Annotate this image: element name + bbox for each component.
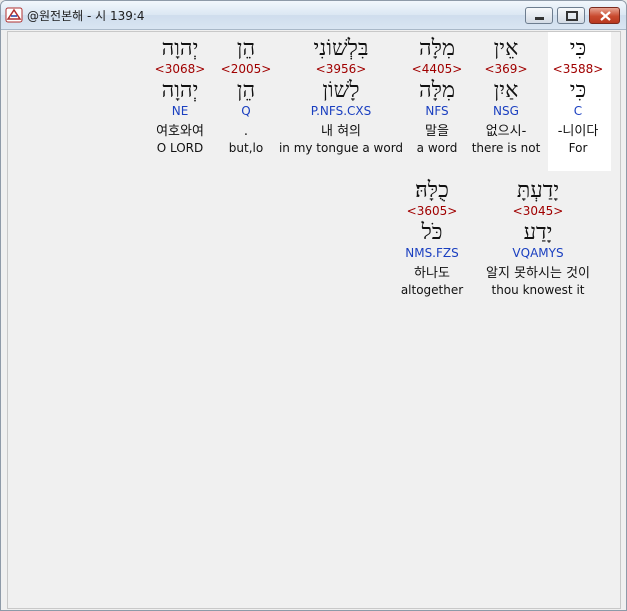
parsing-code: C (573, 104, 583, 118)
maximize-button[interactable] (557, 7, 585, 24)
hebrew-word: יָדַעְתָּ (516, 178, 560, 203)
hebrew-word: אֵין (493, 36, 519, 61)
minimize-icon (535, 17, 544, 20)
korean-gloss: 여호와여 (156, 124, 204, 139)
korean-gloss: . (243, 124, 249, 139)
word-item[interactable]: כֻלָּהּ׃ <3605> כֹּל NMS.FZS 하나도 altoget… (401, 178, 463, 297)
hebrew-lemma: יָדַע (523, 220, 553, 245)
parsing-code: NE (171, 104, 189, 118)
korean-gloss: 알지 못하시는 것이 (486, 266, 590, 281)
korean-gloss: 내 혀의 (320, 124, 362, 139)
hebrew-lemma: כִּי (569, 78, 587, 103)
hebrew-lemma: מִלָּה (419, 78, 455, 103)
korean-gloss: 말을 (425, 124, 449, 139)
parsing-code: NMS.FZS (405, 246, 459, 260)
word-item[interactable]: בִּלְשׁוֹנִי <3956> לָשׁוֹן P.NFS.CXS 내 … (279, 36, 403, 155)
word-item[interactable]: כִּי <3588> כִּי C -니이다 For (553, 36, 604, 155)
word-item[interactable]: יְהוָה <3068> יְהוָה NE 여호와여 O LORD (155, 36, 206, 155)
korean-gloss: 하나도 (414, 266, 450, 281)
parsing-code: VQAMYS (512, 246, 564, 260)
english-gloss: there is not (471, 141, 541, 155)
word-item[interactable]: אֵין <369> אַיִן NSG 없으시- there is not (472, 36, 541, 155)
parsing-code: P.NFS.CXS (310, 104, 372, 118)
english-gloss: a word (416, 141, 458, 155)
hebrew-lemma: כֹּל (421, 220, 443, 245)
strong-number[interactable]: <3956> (279, 62, 403, 78)
window-title: @원전본해 - 시 139:4 (27, 9, 145, 23)
close-button[interactable] (589, 7, 620, 24)
hebrew-lemma: הֵן (236, 78, 256, 103)
korean-gloss: -니이다 (557, 124, 599, 139)
strong-number[interactable]: <4405> (412, 62, 463, 78)
english-gloss: but,lo (228, 141, 264, 155)
english-gloss: altogether (400, 283, 464, 297)
strong-number[interactable]: <2005> (221, 62, 272, 78)
interlinear-panel: כִּי <3588> כִּי C -니이다 For אֵין <369> א… (7, 31, 621, 609)
english-gloss: O LORD (156, 141, 204, 155)
minimize-button[interactable] (525, 7, 553, 24)
hebrew-lemma: אַיִן (493, 78, 519, 103)
hebrew-word: כֻלָּהּ׃ (415, 178, 449, 203)
app-logo-icon (5, 7, 23, 23)
strong-number[interactable]: <3605> (401, 204, 463, 220)
english-gloss: thou knowest it (491, 283, 585, 297)
maximize-icon (566, 11, 578, 21)
title-bar[interactable]: @원전본해 - 시 139:4 (1, 1, 626, 30)
hebrew-lemma: לָשׁוֹן (322, 78, 360, 103)
word-item[interactable]: הֵן <2005> הֵן Q . but,lo (221, 36, 272, 155)
english-gloss: For (568, 141, 588, 155)
word-item[interactable]: יָדַעְתָּ <3045> יָדַע VQAMYS 알지 못하시는 것이… (486, 178, 590, 297)
hebrew-word: יְהוָה (161, 36, 199, 61)
hebrew-word: בִּלְשׁוֹנִי (313, 36, 369, 61)
korean-gloss: 없으시- (485, 124, 527, 139)
word-item[interactable]: מִלָּה <4405> מִלָּה NFS 말을 a word (412, 36, 463, 155)
hebrew-word: הֵן (236, 36, 256, 61)
parsing-code: Q (241, 104, 251, 118)
strong-number[interactable]: <3068> (155, 62, 206, 78)
parsing-code: NSG (493, 104, 519, 118)
hebrew-lemma: יְהוָה (161, 78, 199, 103)
hebrew-word: מִלָּה (419, 36, 455, 61)
strong-number[interactable]: <369> (472, 62, 541, 78)
hebrew-word: כִּי (569, 36, 587, 61)
close-icon (600, 11, 611, 21)
strong-number[interactable]: <3045> (486, 204, 590, 220)
parsing-code: NFS (425, 104, 449, 118)
strong-number[interactable]: <3588> (553, 62, 604, 78)
app-window: @원전본해 - 시 139:4 כִּי <3588> כִּי C -니이다 … (0, 0, 627, 611)
english-gloss: in my tongue a word (278, 141, 404, 155)
